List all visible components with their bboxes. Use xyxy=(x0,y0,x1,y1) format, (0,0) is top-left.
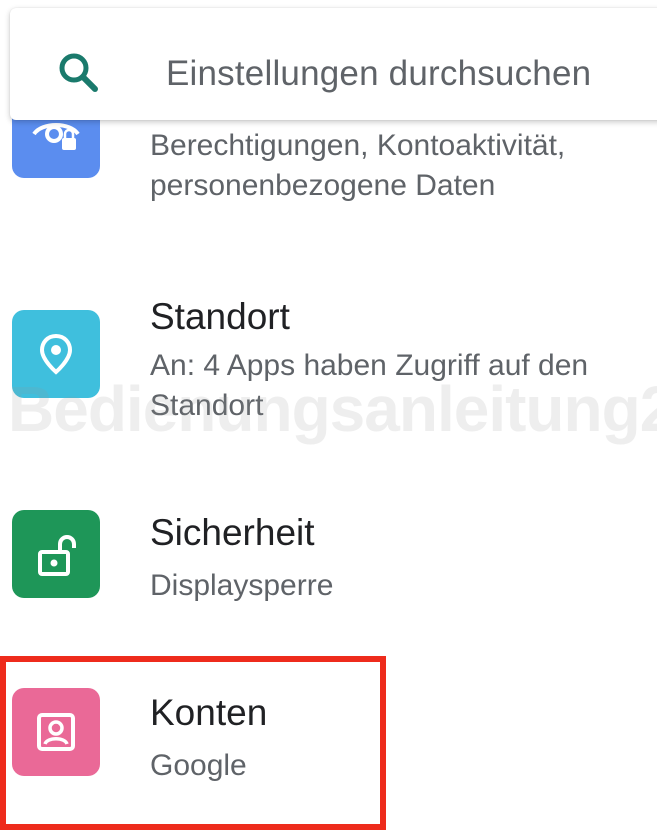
security-title: Sicherheit xyxy=(150,512,315,553)
security-summary: Displaysperre xyxy=(150,569,334,602)
privacy-summary-line2: personenbezogene Daten xyxy=(150,169,496,202)
highlight-box xyxy=(0,656,386,830)
privacy-summary-line1: Berechtigungen, Kontoaktivität, xyxy=(150,129,566,162)
settings-search-bar[interactable]: Einstellungen durchsuchen xyxy=(10,8,657,120)
settings-item-security[interactable]: Sicherheit Displaysperre xyxy=(0,480,657,630)
unlocked-padlock-icon xyxy=(12,510,100,598)
watermark: Bedienungsanleitung24.de xyxy=(8,373,657,445)
location-title: Standort xyxy=(150,296,290,337)
search-icon xyxy=(54,48,104,98)
search-placeholder: Einstellungen durchsuchen xyxy=(166,54,592,93)
